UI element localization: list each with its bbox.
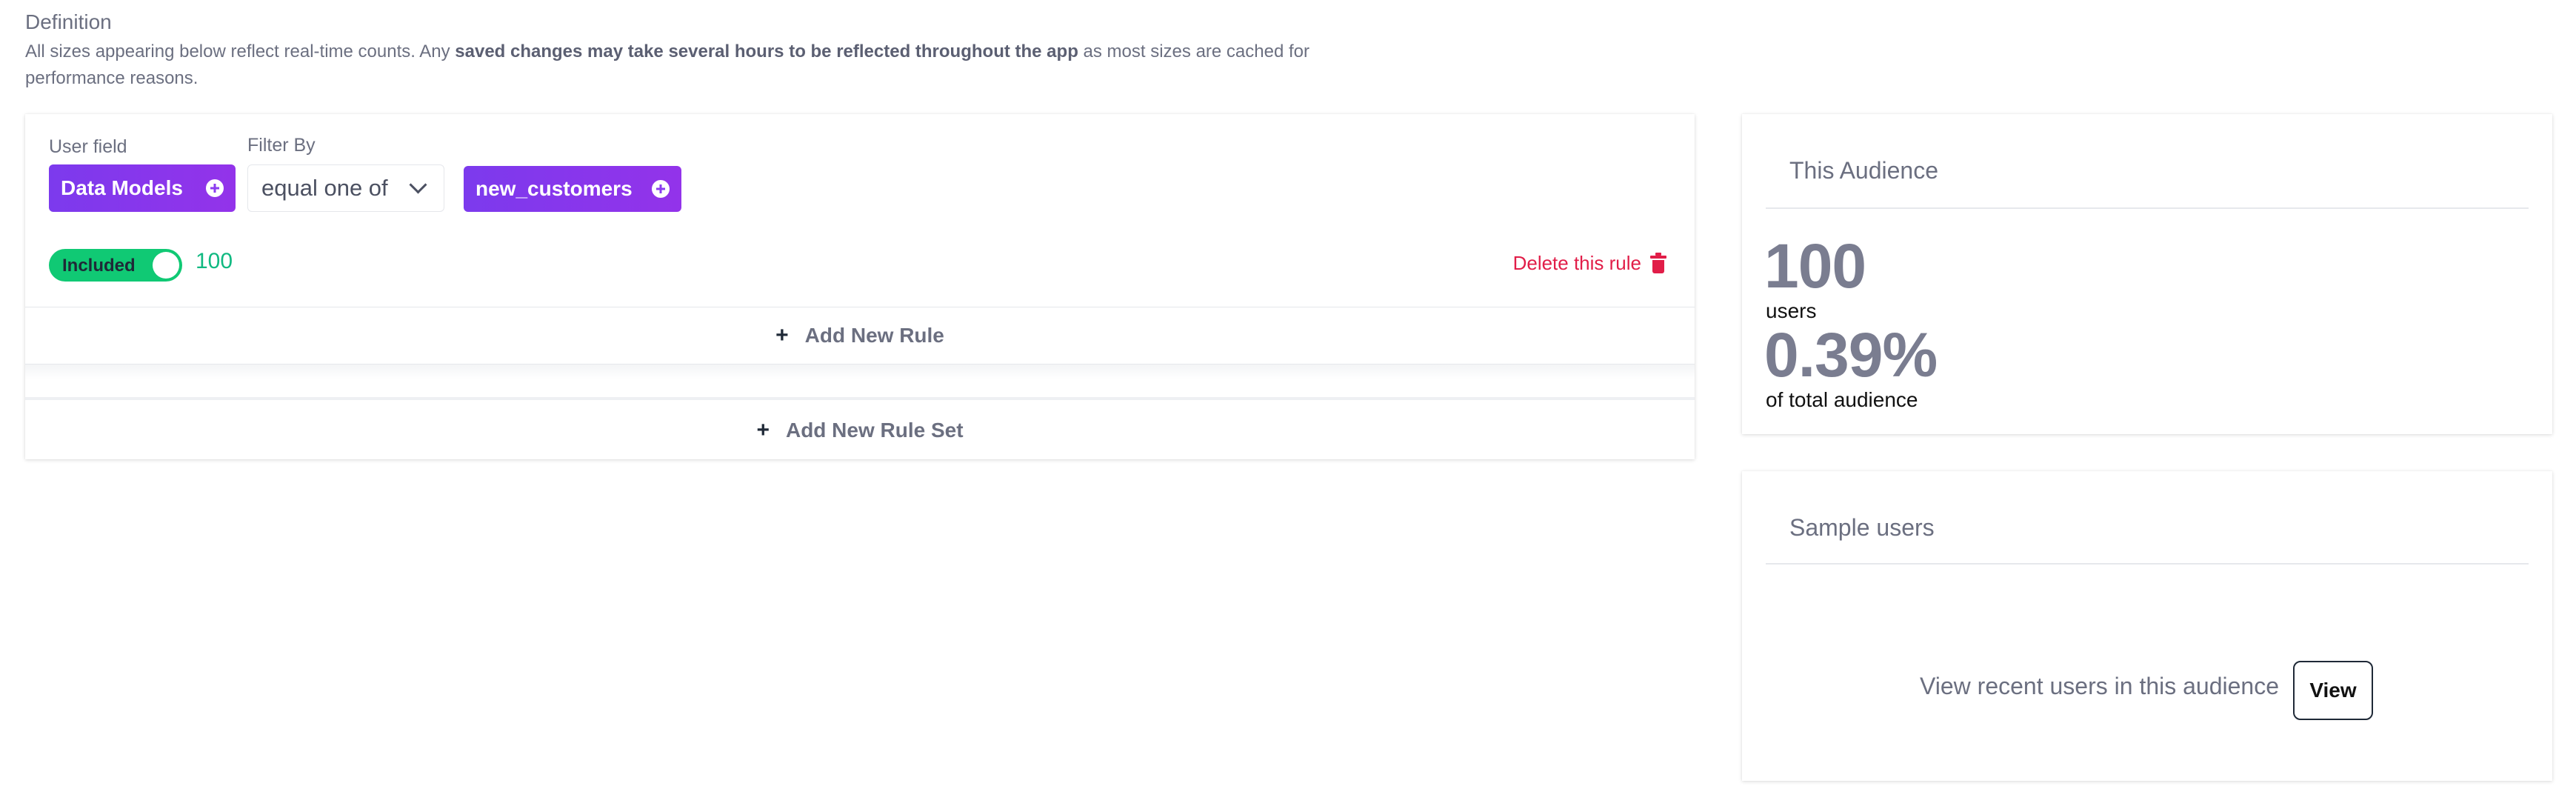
value-pill-label: new_customers xyxy=(476,177,633,200)
filter-by-label: Filter By xyxy=(247,135,316,156)
chevron-down-icon xyxy=(409,176,427,194)
add-circle-icon[interactable] xyxy=(652,180,670,198)
add-new-rule-label: Add New Rule xyxy=(804,324,944,347)
user-field-value: Data Models xyxy=(61,176,183,199)
included-toggle[interactable]: Included xyxy=(49,249,182,282)
audience-title: This Audience xyxy=(1789,157,1939,184)
rule-set-separator xyxy=(25,397,1695,400)
divider xyxy=(1766,563,2529,565)
add-new-rule-set-label: Add New Rule Set xyxy=(785,419,964,442)
percent-label: of total audience xyxy=(1766,388,1918,411)
add-new-rule-set-button[interactable]: + Add New Rule Set xyxy=(25,402,1695,459)
toggle-label: Included xyxy=(62,256,136,276)
definition-title: Definition xyxy=(25,10,112,33)
user-field-label: User field xyxy=(49,136,127,157)
add-circle-icon[interactable] xyxy=(206,179,224,197)
audience-card: This Audience 100 users 0.39% of total a… xyxy=(1742,114,2552,434)
filter-select[interactable]: equal one of xyxy=(247,164,444,212)
plus-icon: + xyxy=(756,418,770,442)
add-new-rule-button[interactable]: + Add New Rule xyxy=(25,307,1695,364)
sample-users-text: View recent users in this audience xyxy=(1920,673,2280,699)
toggle-knob xyxy=(153,252,179,279)
sample-users-title: Sample users xyxy=(1789,514,1935,541)
user-field-pill[interactable]: Data Models xyxy=(49,164,236,212)
rule-set-gap xyxy=(25,364,1695,379)
delete-rule-button[interactable]: Delete this rule xyxy=(1513,252,1666,275)
plus-icon: + xyxy=(775,323,789,347)
divider xyxy=(1766,207,2529,209)
definition-text-bold: saved changes may take several hours to … xyxy=(455,41,1078,61)
definition-text-part1: All sizes appearing below reflect real-t… xyxy=(25,41,456,61)
view-button[interactable]: View xyxy=(2293,661,2373,720)
rule-count: 100 xyxy=(196,249,233,273)
sample-users-card: Sample users View recent users in this a… xyxy=(1742,471,2552,781)
users-count: 100 xyxy=(1764,231,1866,301)
filter-select-value: equal one of xyxy=(261,175,388,201)
rules-card: User field Data Models Filter By equal o… xyxy=(25,114,1695,459)
delete-rule-label: Delete this rule xyxy=(1512,252,1641,274)
trash-icon xyxy=(1650,252,1666,273)
value-pill[interactable]: new_customers xyxy=(464,166,681,212)
audience-percent: 0.39% xyxy=(1764,320,1938,390)
definition-description: All sizes appearing below reflect real-t… xyxy=(25,39,1373,92)
